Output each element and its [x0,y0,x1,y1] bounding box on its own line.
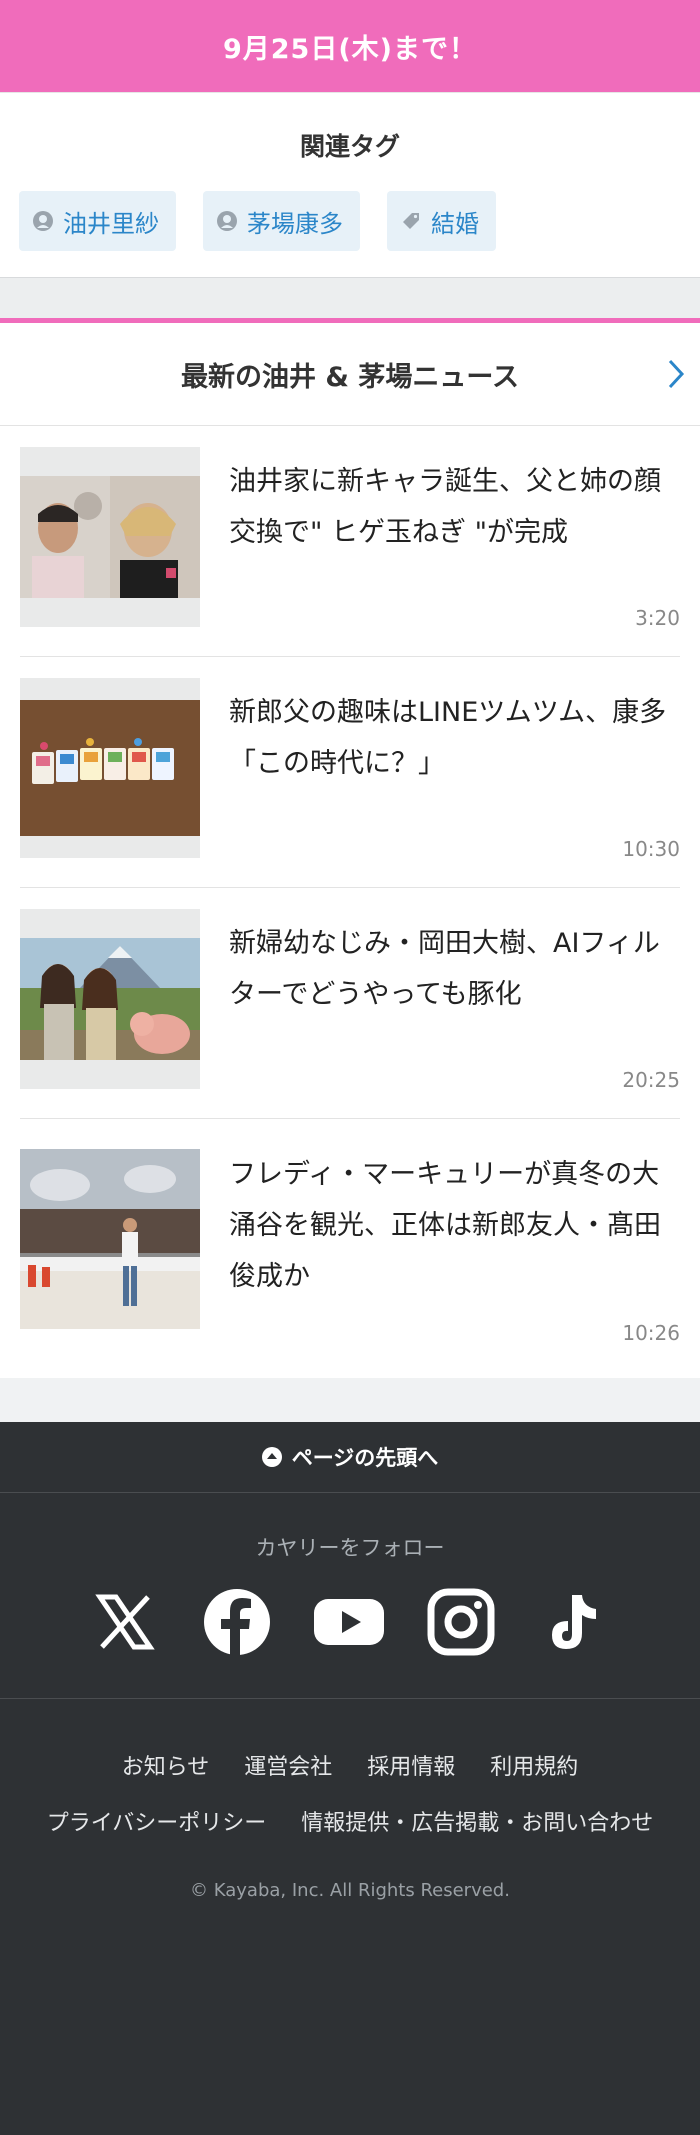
news-thumbnail [20,678,200,858]
back-to-top-label: ページの先頭へ [291,1446,439,1470]
link-terms[interactable]: 利用規約 [490,1755,578,1780]
news-time: 10:30 [622,837,680,861]
tag-list: 油井里紗 茅場康多 結婚 [19,191,496,251]
chevron-right-icon[interactable] [664,357,688,391]
footer-links-row2: プライバシーポリシー 情報提供・広告掲載・お問い合わせ [0,1805,700,1837]
tag-icon [401,211,421,231]
tiktok-icon[interactable] [538,1587,608,1657]
link-recruit[interactable]: 採用情報 [367,1755,455,1780]
link-contact[interactable]: 情報提供・広告掲載・お問い合わせ [301,1811,653,1836]
tag-kayaba-kota[interactable]: 茅場康多 [203,191,360,251]
site-footer: ページの先頭へ カヤリーをフォロー お知らせ 運営会社 採用情報 利用規約 プラ… [0,1422,700,2135]
news-time: 20:25 [622,1068,680,1092]
section-spacer [0,277,700,318]
news-thumbnail [20,1149,200,1329]
news-title: 新郎父の趣味はLINEツムツム、康多「この時代に？」 [229,697,667,779]
campaign-banner[interactable]: 9月25日(木)まで！ [0,0,700,92]
related-tags-heading: 関連タグ [299,132,400,161]
banner-text: 9月25日(木)まで！ [222,33,478,65]
news-title: 新婦幼なじみ・岡田大樹、AIフィルターでどうやっても豚化 [229,928,660,1010]
news-time: 3:20 [635,606,680,630]
news-item[interactable]: 新郎父の趣味はLINEツムツム、康多「この時代に？」 10:30 [20,657,680,888]
news-header[interactable]: 最新の油井 & 茅場ニュース [0,323,700,426]
youtube-icon[interactable] [314,1587,384,1657]
back-to-top-button[interactable]: ページの先頭へ [0,1422,700,1493]
person-icon [217,211,237,231]
news-item[interactable]: フレディ・マーキュリーが真冬の大涌谷を観光、正体は新郎友人・髙田俊成か 10:2… [20,1119,680,1378]
person-icon [33,211,53,231]
news-title: フレディ・マーキュリーが真冬の大涌谷を観光、正体は新郎友人・髙田俊成か [229,1159,661,1292]
news-item[interactable]: 新婦幼なじみ・岡田大樹、AIフィルターでどうやっても豚化 20:25 [20,888,680,1119]
follow-heading: カヤリーをフォロー [255,1536,445,1560]
link-company[interactable]: 運営会社 [244,1755,332,1780]
news-heading: 最新の油井 & 茅場ニュース [181,361,519,393]
footer-divider [0,1698,700,1699]
tag-marriage[interactable]: 結婚 [387,191,496,251]
news-item[interactable]: 油井家に新キャラ誕生、父と姉の顔交換で" ヒゲ玉ねぎ "が完成 3:20 [20,426,680,657]
arrow-up-circle-icon [261,1447,282,1467]
copyright: © Kayaba, Inc. All Rights Reserved. [190,1880,510,1901]
tag-label: 結婚 [431,209,479,238]
social-links [0,1587,700,1657]
x-icon[interactable] [90,1587,160,1657]
latest-news-section: 最新の油井 & 茅場ニュース 油井家に新キャラ誕生、父と姉の顔交換で" ヒゲ玉ね… [0,323,700,1378]
footer-links-row1: お知らせ 運営会社 採用情報 利用規約 [0,1749,700,1781]
news-time: 10:26 [622,1321,680,1345]
related-tags-section: 関連タグ 油井里紗 茅場康多 結婚 [0,92,700,277]
link-news[interactable]: お知らせ [122,1755,210,1780]
tag-yui-risa[interactable]: 油井里紗 [19,191,176,251]
section-spacer [0,1378,700,1422]
tag-label: 茅場康多 [247,209,343,238]
news-thumbnail [20,447,200,627]
news-thumbnail [20,909,200,1089]
news-title: 油井家に新キャラ誕生、父と姉の顔交換で" ヒゲ玉ねぎ "が完成 [229,466,661,548]
facebook-icon[interactable] [202,1587,272,1657]
link-privacy[interactable]: プライバシーポリシー [47,1811,267,1836]
tag-label: 油井里紗 [63,209,159,238]
instagram-icon[interactable] [426,1587,496,1657]
